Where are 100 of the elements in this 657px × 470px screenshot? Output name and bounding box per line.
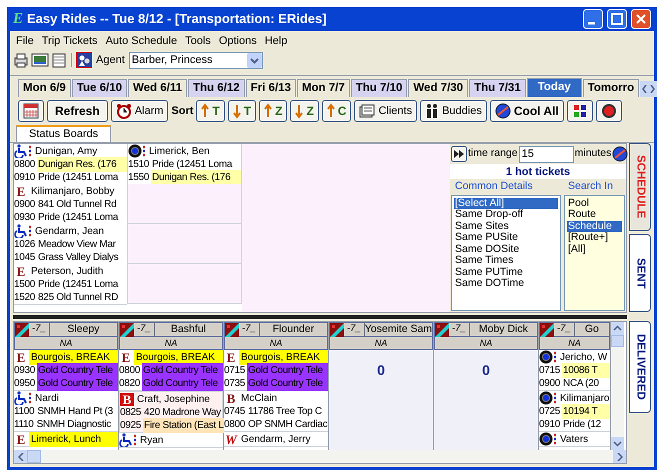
trip-count: 0 (376, 360, 386, 380)
date-tab[interactable]: Today (526, 78, 582, 97)
date-tab[interactable]: Thu 6/12 (188, 79, 245, 97)
trip-type-letter: E (14, 350, 28, 364)
trip-card[interactable]: E Bourgois, BREAK 0800 Gold Country Tele 0820 Gold Country Tele (119, 350, 223, 391)
passenger-name: Craft, Josephine (136, 392, 211, 406)
sort-button[interactable]: Z (259, 100, 288, 122)
clients-button[interactable]: Clients (354, 100, 418, 122)
side-tab[interactable]: SENT (629, 234, 651, 312)
date-tab[interactable]: Thu 7/10 (350, 79, 408, 97)
trip-type-letter: E (14, 264, 28, 278)
trip-card[interactable]: E Limerick, Lunch (14, 432, 118, 447)
window-title: Easy Rides -- Tue 8/12 - [Transportation: ERides] (27, 10, 328, 28)
sort-button[interactable]: C (322, 100, 352, 122)
list-item[interactable]: Same PUSite (454, 232, 558, 244)
date-tab[interactable]: Mon 6/9 (18, 79, 71, 97)
list-item[interactable]: [Route+] (567, 232, 622, 244)
date-tab[interactable]: Fri 6/13 (246, 79, 296, 97)
refresh-button[interactable]: Refresh (47, 100, 108, 122)
time-range-field[interactable]: 15 (518, 146, 574, 162)
cool-all-button[interactable]: Cool All (490, 100, 564, 122)
list-item[interactable]: Same PUTime (454, 266, 558, 278)
trip-type-letter: B (120, 392, 134, 406)
stop-time: 1550 (128, 171, 150, 185)
passenger-name: Kilimanjaro, Bobby (30, 184, 116, 198)
date-tab[interactable]: Mon 7/7 (296, 79, 350, 97)
side-tab[interactable]: DELIVERED (629, 321, 651, 413)
stop-address: Grass Valley Dialys (37, 251, 120, 265)
trip-card[interactable]: Vaters (539, 432, 610, 447)
menu-item[interactable]: Trip Tickets (38, 33, 102, 50)
passenger-name: Gendarm, Jerry (240, 432, 312, 446)
list-item[interactable]: [Select All] (454, 198, 558, 210)
status-boards-tab[interactable]: Status Boards (16, 125, 112, 142)
date-tab[interactable]: Wed 7/30 (408, 79, 468, 97)
trip-card[interactable]: B McClain 0745 11786 Tree Top C 0800 OP SNMH Cardiac (224, 391, 328, 432)
stop-time: 1045 (14, 251, 36, 265)
side-tab[interactable]: SCHEDULE (629, 143, 651, 231)
alarm-button[interactable]: Alarm (110, 100, 168, 122)
list-item[interactable]: Same Times (454, 255, 558, 267)
trip-card[interactable]: E Kilimanjaro, Bobby 0900 841 Old Tunnel Rd 0930 Pride (12451 Loma (14, 184, 127, 225)
trip-card[interactable]: Kilimanjaro 0725 10194 T 0910 Pride (12 (539, 391, 610, 432)
stop-address: 825 Old Tunnel RD (37, 291, 119, 305)
stop-address: 11786 Tree Top C (247, 405, 323, 419)
list-item[interactable]: Same Drop-off (454, 209, 558, 221)
trip-card[interactable]: E Bourgois, BREAK 0715 Gold Country Tele 0735 Gold Country Tele (224, 350, 328, 391)
list-item[interactable]: Same DOTime (454, 278, 558, 290)
trip-card[interactable]: E Peterson, Judith 1500 Pride (12451 Loma 1520 825 Old Tunnel RD (14, 264, 127, 305)
passenger-name: Ryan (139, 434, 164, 448)
stop-address: Pride (12451 Loma (151, 158, 234, 172)
stop-address: Pride (12451 Loma (37, 211, 120, 225)
date-tab[interactable]: Tue 6/10 (72, 79, 127, 97)
stop-time: 0800 (14, 158, 36, 172)
menu-item[interactable]: Options (214, 33, 261, 50)
list-item[interactable]: Route (567, 209, 622, 221)
trip-card[interactable]: W Gendarm, Jerry (224, 432, 328, 447)
trip-card[interactable]: Dunigan, Amy 0800 Dunigan Res. (176 0910 Pride (12451 Loma (14, 144, 127, 185)
menu-item[interactable]: File (12, 33, 38, 50)
menu-item[interactable]: Tools (181, 33, 215, 50)
agent-select[interactable]: Barber, Princess (128, 52, 263, 68)
trip-card[interactable]: Limerick, Ben 1510 Pride (12451 Loma 1550 Dunigan Res. (176 (128, 144, 241, 185)
trip-card[interactable]: E Bourgois, BREAK 0930 Gold Country Tele 0950 Gold Country Tele (14, 350, 118, 391)
stop-time: 0910 (539, 418, 562, 432)
list-item[interactable]: Schedule (567, 220, 622, 232)
trip-card[interactable]: Gendarm, Jean 1026 Meadow View Mar 1045 Grass Valley Dialys (14, 224, 127, 265)
stop-time: 0930 (14, 364, 36, 378)
trip-card[interactable]: Jericho, W 0715 10086 T 0900 NCA (20 (539, 350, 610, 391)
stop-time: 1510 (128, 158, 150, 172)
sort-button[interactable]: Z (290, 100, 319, 122)
stop-time: 0925 (120, 419, 142, 433)
stop-time: 0825 (120, 406, 142, 420)
list-item[interactable]: [All] (567, 244, 622, 256)
date-tab[interactable]: Tomorro (582, 79, 640, 97)
stop-time: 0900 (14, 198, 36, 212)
stop-time: 0820 (119, 377, 142, 391)
sort-button[interactable]: T (228, 100, 256, 122)
stop-address: Pride (12451 Loma (37, 278, 120, 292)
passenger-name: Jericho, W (559, 350, 608, 364)
stop-time: 0715 (224, 364, 246, 378)
sort-button[interactable]: T (196, 100, 225, 122)
menu-item[interactable]: Auto Schedule (102, 33, 182, 50)
list-item[interactable]: Same Sites (454, 220, 558, 232)
trip-type-letter: W (224, 432, 238, 446)
list-item[interactable]: Pool (567, 198, 622, 210)
stop-address: Pride (12 (562, 418, 602, 432)
buddies-button[interactable]: Buddies (420, 100, 487, 122)
passenger-name: Limerick, Ben (148, 144, 211, 158)
date-tab[interactable]: Wed 6/11 (128, 79, 187, 97)
list-item[interactable]: Same DOSite (454, 244, 558, 256)
trip-type-letter: E (14, 432, 28, 446)
flagged-trip-card[interactable]: B Craft, Josephine 0825 420 Madrone Way 0925 Fire Station (East L (119, 391, 223, 433)
trip-card[interactable]: Ryan (119, 433, 223, 448)
menu-item[interactable]: Help (260, 33, 292, 50)
passenger-name: Vaters (559, 432, 590, 446)
date-tab[interactable]: Thu 7/31 (469, 79, 526, 97)
time-range-label: time range (468, 146, 518, 162)
driver-status: NA (329, 337, 433, 350)
trip-type-letter: E (119, 350, 133, 364)
stop-address: SNMH Diagnostic (36, 418, 112, 432)
trip-card[interactable]: Nardi 1100 SNMH Hand Pt (3 1110 SNMH Diagnostic (14, 391, 118, 432)
stop-time: 1520 (14, 291, 36, 305)
